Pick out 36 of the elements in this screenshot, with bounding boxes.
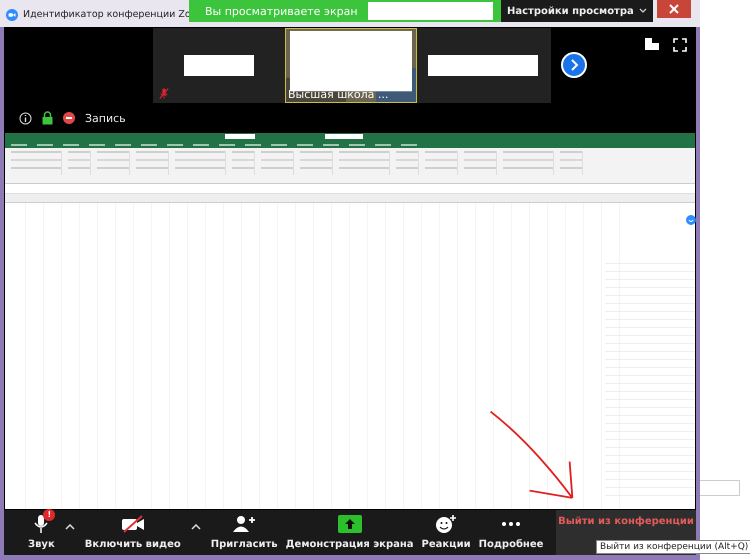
smiley-plus-icon xyxy=(435,514,458,534)
microphone-icon xyxy=(34,514,48,534)
camera-off-icon xyxy=(120,515,145,533)
share-button[interactable]: Демонстрация экрана xyxy=(282,510,418,555)
info-icon[interactable] xyxy=(19,112,32,124)
participant-name: Высшая школа ... xyxy=(288,88,388,101)
fullscreen-icon[interactable] xyxy=(673,38,687,52)
redaction-box xyxy=(184,55,254,76)
reactions-button[interactable]: Реакции xyxy=(418,510,475,555)
audio-button[interactable]: ! Звук xyxy=(24,510,59,555)
record-icon xyxy=(63,112,75,124)
muted-mic-icon xyxy=(159,87,169,100)
add-person-icon xyxy=(232,515,256,533)
caret-up-icon xyxy=(190,524,201,530)
layout-icon[interactable] xyxy=(645,38,659,50)
close-icon xyxy=(668,4,679,14)
close-button[interactable] xyxy=(656,0,691,18)
alert-badge: ! xyxy=(43,509,56,521)
caret-up-icon xyxy=(64,524,75,530)
more-button[interactable]: Подробнее xyxy=(474,510,548,555)
tooltip: Выйти из конференции (Alt+Q) xyxy=(596,540,750,554)
banner-text: Вы просматриваете экран xyxy=(204,4,359,18)
view-settings-button[interactable]: Настройки просмотра xyxy=(501,0,653,22)
smiley-handle-icon[interactable] xyxy=(686,215,696,225)
share-screen-icon xyxy=(338,515,362,533)
more-icon xyxy=(501,521,521,527)
video-button[interactable]: Включить видео xyxy=(80,510,185,555)
caret-icon xyxy=(638,8,647,14)
desktop-window-edge xyxy=(700,480,740,496)
camera-icon xyxy=(6,9,18,21)
invite-button[interactable]: Пригласить xyxy=(206,510,282,555)
next-page-button[interactable] xyxy=(561,52,587,78)
video-tile[interactable]: Высшая школа ... xyxy=(285,28,417,103)
recording-label: Запись xyxy=(85,112,126,124)
lock-icon[interactable] xyxy=(42,111,53,125)
chevron-right-icon xyxy=(569,59,579,71)
